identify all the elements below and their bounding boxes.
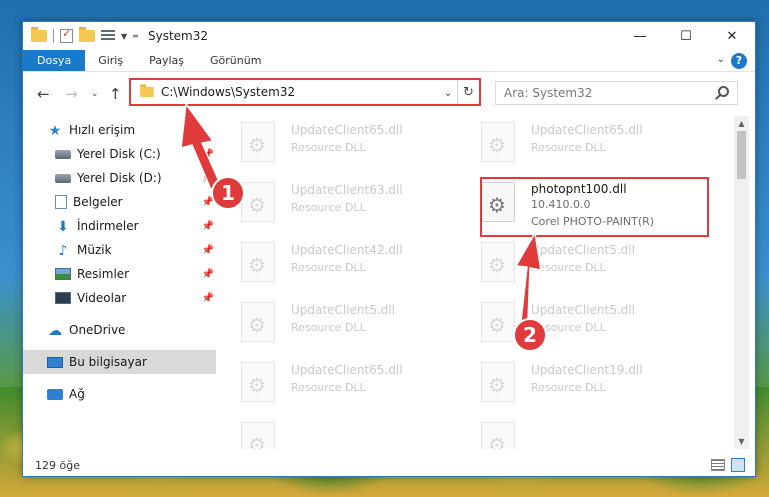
annotation-arrows <box>180 103 542 322</box>
step-1-badge: 1 <box>211 176 245 210</box>
arrow-2 <box>515 232 542 322</box>
arrow-1 <box>180 103 223 193</box>
step-2-badge: 2 <box>513 318 547 352</box>
